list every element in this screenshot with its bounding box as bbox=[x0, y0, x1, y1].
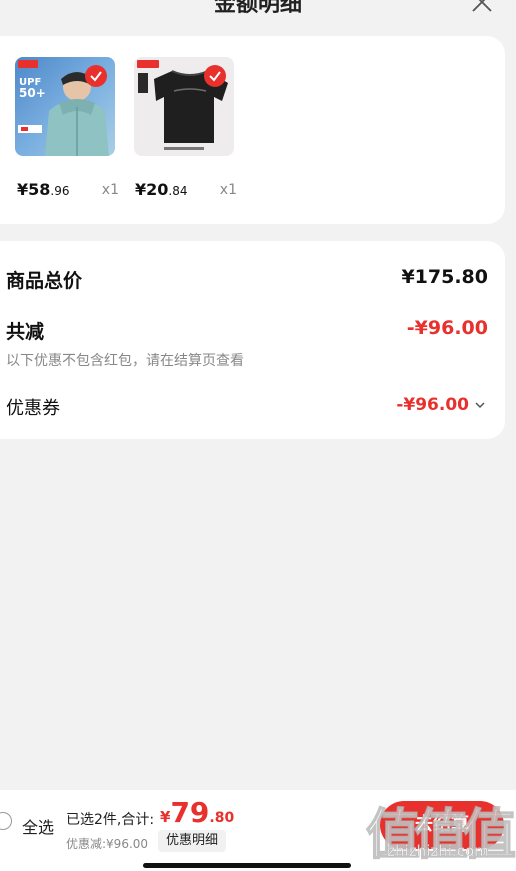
reduce-value: -¥96.00 bbox=[406, 317, 488, 339]
discount-note: 以下优惠不包含红包，请在结算页查看 bbox=[6, 353, 244, 369]
upf-value-badge: 50+ bbox=[19, 86, 46, 100]
coupon-label: 优惠券 bbox=[6, 398, 60, 419]
coupon-value-row[interactable]: -¥96.00 bbox=[396, 395, 487, 415]
selected-info: 已选2件,合计: bbox=[66, 812, 155, 828]
product-thumbnail-tshirt[interactable] bbox=[134, 57, 234, 156]
close-button[interactable] bbox=[470, 0, 494, 14]
product-price-1: ¥58.96 bbox=[17, 180, 70, 199]
product-price-row-2: ¥20.84 x1 bbox=[135, 180, 245, 200]
goods-total-label: 商品总价 bbox=[6, 270, 83, 292]
reduce-label: 共减 bbox=[6, 321, 45, 343]
select-all-label[interactable]: 全选 bbox=[22, 814, 54, 838]
bottom-discount-note: 优惠减:¥96.00 bbox=[66, 837, 149, 851]
product-qty-1: x1 bbox=[101, 182, 119, 198]
product-price-row-1: ¥58.96 x1 bbox=[17, 180, 127, 200]
product-item-2[interactable] bbox=[134, 57, 234, 156]
sheet-title: 金额明细 bbox=[213, 0, 302, 17]
chevron-down-icon bbox=[475, 402, 485, 409]
product-thumbnail-jacket[interactable]: UPF 50+ bbox=[15, 57, 115, 156]
discount-detail-button[interactable]: 优惠明细 bbox=[158, 830, 227, 852]
product-qty-2: x1 bbox=[219, 182, 237, 198]
goods-total-value: ¥175.80 bbox=[401, 266, 488, 288]
selected-check-icon[interactable] bbox=[85, 65, 107, 87]
product-item-1[interactable]: UPF 50+ bbox=[15, 57, 115, 156]
close-icon bbox=[472, 0, 492, 12]
selected-check-icon[interactable] bbox=[204, 65, 226, 87]
checkout-button[interactable]: 去结算 bbox=[380, 801, 504, 849]
select-all-radio[interactable] bbox=[0, 812, 12, 830]
home-indicator bbox=[143, 863, 351, 868]
checkout-bar: 全选 已选2件,合计: ¥79.80 优惠减:¥96.00 优惠明细 去结算 bbox=[0, 790, 516, 871]
product-price-2: ¥20.84 bbox=[135, 180, 188, 199]
price-summary-card: 商品总价 ¥175.80 共减 -¥96.00 以下优惠不包含红包，请在结算页查… bbox=[0, 241, 505, 439]
total-amount: ¥79.80 bbox=[160, 796, 235, 829]
product-card: UPF 50+ ¥58.96 x1 ¥20.84 x1 bbox=[0, 36, 505, 224]
coupon-value: -¥96.00 bbox=[396, 395, 469, 415]
